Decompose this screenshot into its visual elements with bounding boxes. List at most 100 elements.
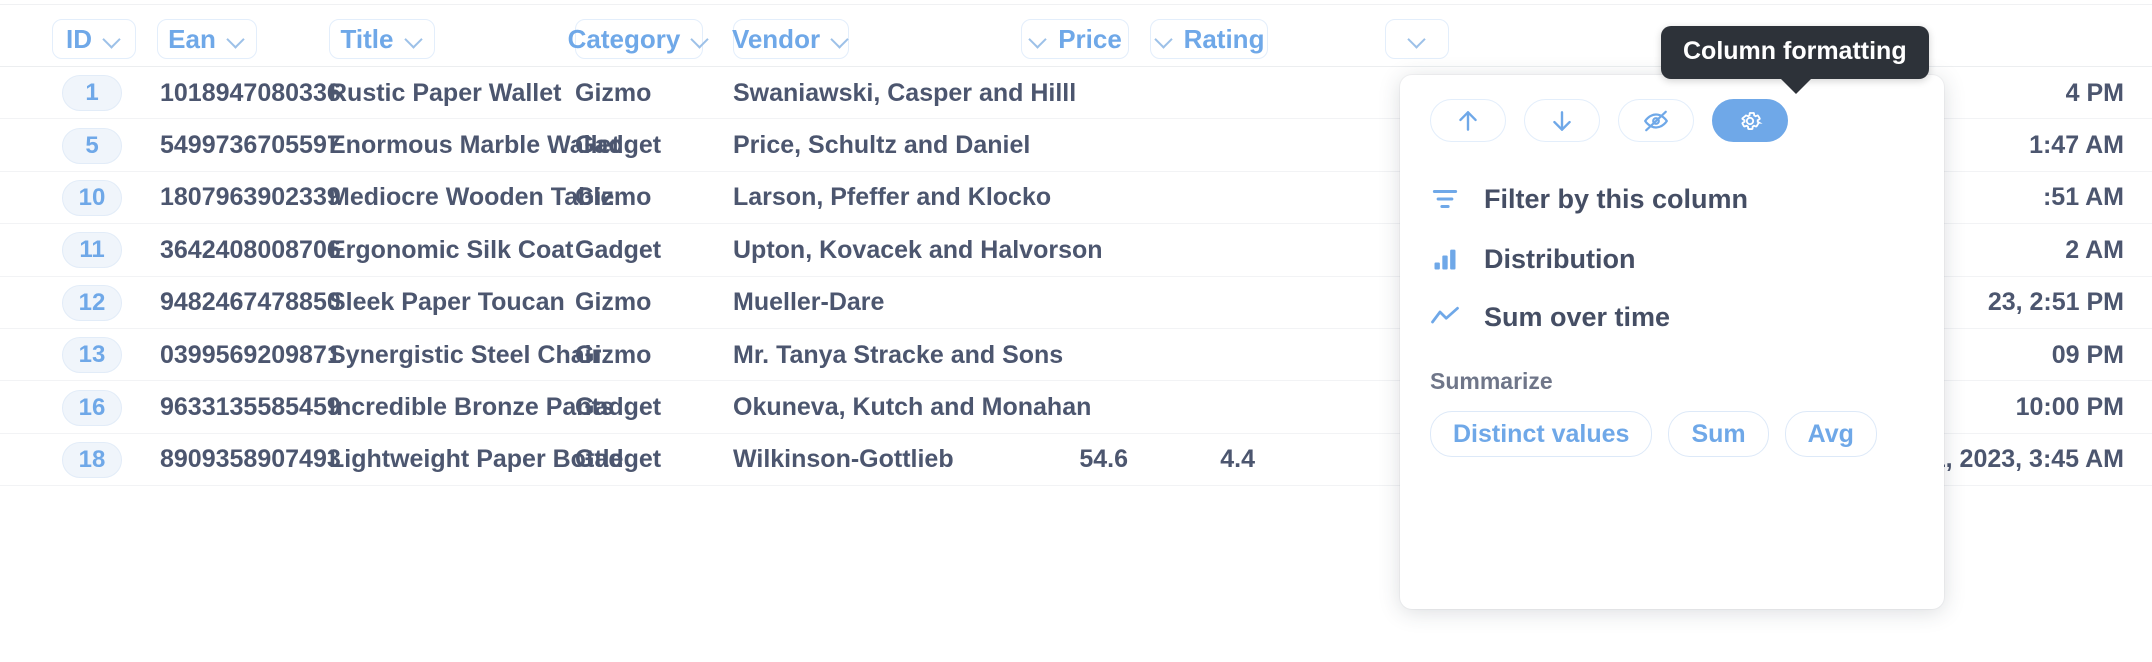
cell-category: Gizmo <box>575 183 652 212</box>
cell-id: 16 <box>62 381 122 433</box>
cell-title: Sleek Paper Toucan <box>329 288 565 317</box>
gear-icon <box>1737 108 1763 134</box>
chevron-down-icon <box>226 29 246 49</box>
cell-ean: 1807963902339 <box>160 183 341 212</box>
id-badge: 1 <box>62 75 122 112</box>
cell-created-at: 10:00 PM <box>2015 393 2124 422</box>
cell-title: Incredible Bronze Pants <box>329 393 614 422</box>
column-header-label: Category <box>567 23 681 54</box>
cell-id: 10 <box>62 172 122 224</box>
chevron-down-icon <box>404 29 424 49</box>
column-formatting-button[interactable] <box>1712 99 1788 142</box>
column-header-id[interactable]: ID <box>52 19 136 59</box>
tooltip-arrow-icon <box>1780 78 1812 94</box>
cell-rating: 4.4 <box>1220 445 1255 474</box>
cell-title: Synergistic Steel Chair <box>329 340 602 369</box>
summarize-chip-avg[interactable]: Avg <box>1784 411 1877 457</box>
filter-icon <box>1430 184 1460 214</box>
id-badge: 18 <box>62 441 122 478</box>
cell-ean: 1018947080336 <box>160 78 341 107</box>
chevron-down-icon <box>102 29 122 49</box>
cell-id: 1 <box>62 67 122 119</box>
cell-id: 13 <box>62 329 122 381</box>
column-options-popover: Filter by this column Distribution Sum ove… <box>1400 75 1944 609</box>
chevron-down-icon <box>1028 29 1048 49</box>
summarize-chip-sum[interactable]: Sum <box>1668 411 1769 457</box>
cell-vendor: Mr. Tanya Stracke and Sons <box>733 340 1064 369</box>
arrow-down-icon <box>1549 107 1575 135</box>
cell-category: Gizmo <box>575 78 652 107</box>
id-badge: 11 <box>62 232 122 269</box>
cell-vendor: Price, Schultz and Daniel <box>733 131 1031 160</box>
cell-category: Gadget <box>575 445 662 474</box>
column-header-ean[interactable]: Ean <box>157 19 257 59</box>
column-header-vendor[interactable]: Vendor <box>731 19 850 59</box>
summarize-chip-label: Avg <box>1807 419 1854 448</box>
cell-ean: 9482467478850 <box>160 288 341 317</box>
chevron-down-icon <box>690 29 710 49</box>
column-header-label: Title <box>340 23 394 54</box>
column-header-category[interactable]: Category <box>568 19 703 59</box>
menu-item-filter-by-this-column[interactable]: Filter by this column <box>1430 170 1914 228</box>
cell-title: Rustic Paper Wallet <box>329 78 562 107</box>
cell-vendor: Upton, Kovacek and Halvorson <box>733 235 1103 264</box>
menu-item-sum-over-time[interactable]: Sum over time <box>1430 288 1914 346</box>
summarize-chip-label: Sum <box>1691 419 1746 448</box>
eye-off-icon <box>1642 108 1670 134</box>
summarize-chip-group: Distinct values Sum Avg <box>1430 411 1914 457</box>
cell-id: 12 <box>62 277 122 329</box>
column-header-created[interactable] <box>1385 19 1449 59</box>
line-chart-icon <box>1430 305 1460 329</box>
column-header-label: Ean <box>168 23 216 54</box>
cell-title: Ergonomic Silk Coat <box>329 235 574 264</box>
cell-vendor: Mueller-Dare <box>733 288 885 317</box>
column-header-rating[interactable]: Rating <box>1150 19 1268 59</box>
cell-vendor: Wilkinson-Gottlieb <box>733 445 954 474</box>
cell-category: Gadget <box>575 235 662 264</box>
column-header-title[interactable]: Title <box>329 19 435 59</box>
menu-item-label: Sum over time <box>1484 301 1671 332</box>
cell-created-at: 2 AM <box>2065 235 2124 264</box>
cell-id: 5 <box>62 119 122 171</box>
sort-descending-button[interactable] <box>1524 99 1600 142</box>
cell-vendor: Okuneva, Kutch and Monahan <box>733 393 1092 422</box>
summarize-chip-label: Distinct values <box>1453 419 1630 448</box>
popover-action-bar <box>1430 99 1914 142</box>
column-header-label: ID <box>66 23 92 54</box>
hide-column-button[interactable] <box>1618 99 1694 142</box>
cell-ean: 9633135585459 <box>160 393 341 422</box>
column-header-label: Vendor <box>731 23 821 54</box>
menu-item-label: Distribution <box>1484 243 1636 274</box>
id-badge: 16 <box>62 389 122 426</box>
column-formatting-tooltip: Column formatting <box>1661 26 1929 94</box>
bar-chart-icon <box>1430 245 1460 273</box>
tooltip-label: Column formatting <box>1683 37 1907 65</box>
cell-created-at: 09 PM <box>2051 340 2124 369</box>
id-badge: 5 <box>62 127 122 164</box>
arrow-up-icon <box>1455 107 1481 135</box>
column-header-label: Rating <box>1183 23 1265 54</box>
cell-created-at: 1:47 AM <box>2029 131 2124 160</box>
sort-ascending-button[interactable] <box>1430 99 1506 142</box>
menu-item-distribution[interactable]: Distribution <box>1430 230 1914 288</box>
cell-ean: 3642408008706 <box>160 235 341 264</box>
cell-id: 18 <box>62 434 122 486</box>
summarize-chip-distinct-values[interactable]: Distinct values <box>1430 411 1653 457</box>
cell-id: 11 <box>62 224 122 276</box>
column-header-price[interactable]: Price <box>1021 19 1129 59</box>
cell-category: Gizmo <box>575 288 652 317</box>
cell-created-at: 23, 2:51 PM <box>1987 288 2124 317</box>
cell-ean: 0399569209871 <box>160 340 341 369</box>
cell-vendor: Larson, Pfeffer and Klocko <box>733 183 1052 212</box>
cell-created-at: 4 PM <box>2065 78 2124 107</box>
cell-category: Gadget <box>575 131 662 160</box>
popover-menu: Filter by this column Distribution Sum ove… <box>1430 170 1914 346</box>
cell-vendor: Swaniawski, Casper and Hilll <box>733 78 1077 107</box>
chevron-down-icon <box>1154 29 1174 49</box>
cell-ean: 5499736705597 <box>160 131 341 160</box>
table-view: ID Ean Title Category Vendor Price Rating 1 101… <box>0 0 2152 662</box>
cell-category: Gizmo <box>575 340 652 369</box>
chevron-down-icon <box>830 29 850 49</box>
cell-price: 54.6 <box>1079 445 1128 474</box>
id-badge: 10 <box>62 179 122 216</box>
